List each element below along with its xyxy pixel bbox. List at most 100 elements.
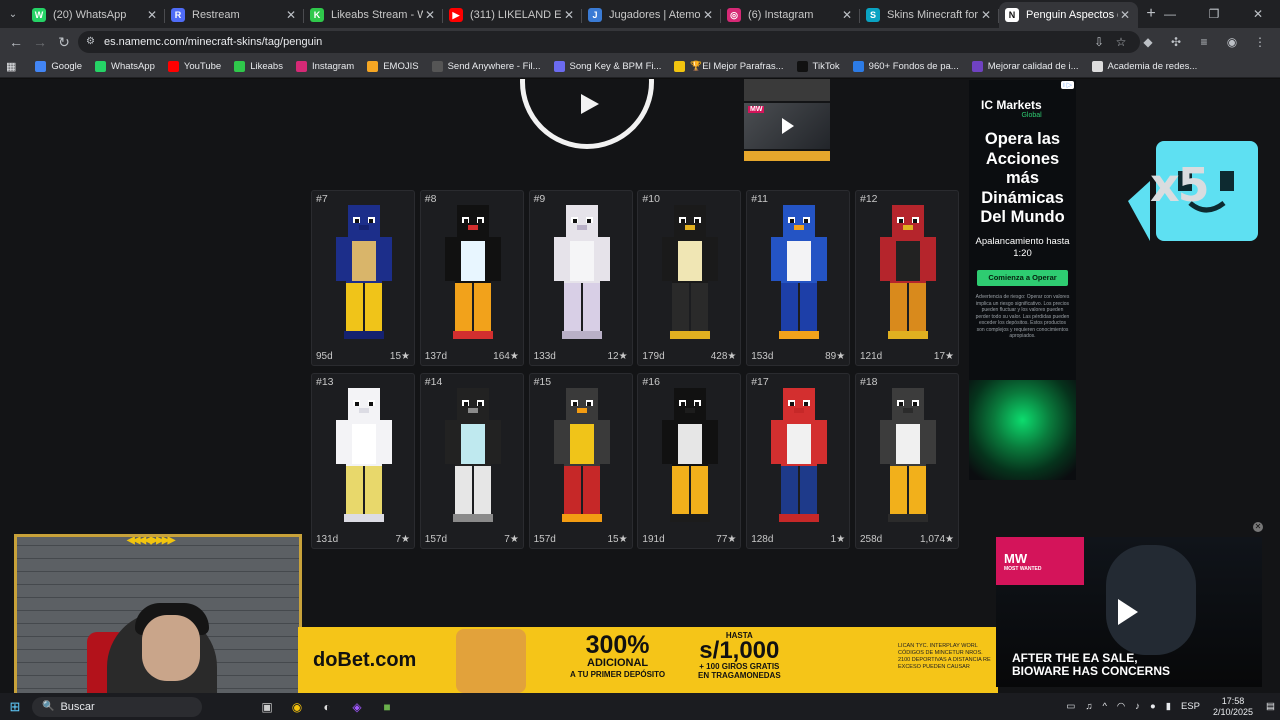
skin-card[interactable]: #9 133d 12★ (528, 190, 633, 366)
extension-icon[interactable]: ◆ (1134, 35, 1162, 49)
address-bar[interactable]: ⚙ es.namemc.com/minecraft-skins/tag/peng… (78, 31, 1140, 53)
taskbar-clock[interactable]: 17:58 2/10/2025 (1213, 696, 1253, 718)
menu-kebab-icon[interactable]: ⋮ (1246, 35, 1274, 49)
bookmark-item[interactable]: Mejorar calidad de i... (971, 61, 1079, 72)
apps-grid-icon[interactable]: ▦ (6, 60, 16, 73)
tray-headset-icon[interactable]: ♫ (1085, 701, 1092, 712)
minecraft-icon[interactable]: ■ (372, 696, 402, 718)
bookmark-item[interactable]: TikTok (796, 61, 840, 72)
tray-volume-icon[interactable]: ♪ (1135, 701, 1140, 712)
skin-card[interactable]: #7 95d 15★ (311, 190, 415, 366)
webcam-frame-chevrons-icon: ◀◀◀◀ ▶▶▶▶ (127, 535, 175, 546)
clock-time: 17:58 (1221, 695, 1245, 706)
bookmarks-bar: ▦ Google WhatsApp YouTube Likeabs Instagram E… (0, 56, 1280, 78)
tab-search-chevron-icon[interactable]: ⌄ (0, 0, 26, 28)
close-tab-icon[interactable]: ✕ (284, 8, 298, 22)
skin-age: 157d (424, 534, 448, 545)
reload-icon[interactable]: ↻ (52, 34, 76, 51)
tab-3[interactable]: K Likeabs Stream - Watch L✕ (304, 2, 443, 28)
profile-avatar-icon[interactable]: ◉ (1218, 35, 1246, 49)
taskbar-search[interactable]: 🔍 Buscar (32, 696, 202, 717)
forward-arrow-icon[interactable]: → (28, 34, 52, 50)
bookmark-item[interactable]: Academia de redes... (1091, 61, 1197, 72)
tab-title: Penguin Aspectos de Min (1026, 9, 1118, 21)
obs-icon[interactable]: ◐ (312, 696, 342, 718)
skin-card[interactable]: #8 137d 164★ (419, 190, 524, 366)
casino-ad-banner[interactable]: doBet.com 300% ADICIONAL A TU PRIMER DEP… (298, 627, 998, 693)
bookmark-item[interactable]: WhatsApp (95, 61, 155, 72)
playlist-thumbnail[interactable] (744, 151, 830, 161)
language-indicator[interactable]: ESP (1181, 701, 1200, 712)
skin-card[interactable]: #17 128d 1★ (746, 373, 851, 549)
skin-3d-render (771, 388, 828, 522)
close-tab-icon[interactable]: ✕ (701, 8, 715, 22)
notifications-icon[interactable]: ▤ (1266, 701, 1275, 712)
skin-rank: #17 (751, 376, 769, 388)
messenger-icon[interactable]: ◈ (342, 696, 372, 718)
task-view-icon[interactable]: ▣ (252, 696, 282, 718)
bookmark-item[interactable]: Google (35, 61, 82, 72)
tray-mic-icon[interactable]: ● (1150, 701, 1156, 712)
playlist-thumbnail[interactable] (744, 79, 830, 101)
bookmark-item[interactable]: Send Anywhere - Fil... (431, 61, 541, 72)
windows-start-icon[interactable]: ⊞ (0, 699, 30, 715)
close-tab-icon[interactable]: ✕ (1118, 8, 1132, 22)
close-tab-icon[interactable]: ✕ (562, 8, 576, 22)
close-tab-icon[interactable]: ✕ (840, 8, 854, 22)
tray-monitor-icon[interactable]: ▭ (1066, 701, 1075, 712)
tab-8[interactable]: N Penguin Aspectos de Min✕ (999, 2, 1138, 28)
tab-2[interactable]: R Restream ✕ (165, 2, 304, 28)
bookmark-item[interactable]: YouTube (167, 61, 221, 72)
close-tab-icon[interactable]: ✕ (145, 8, 159, 22)
tray-battery-icon[interactable]: ▮ (1166, 701, 1171, 712)
close-tab-icon[interactable]: ✕ (423, 8, 437, 22)
tray-wifi-icon[interactable]: ◠ (1117, 701, 1125, 712)
restore-icon[interactable]: ❐ (1192, 0, 1236, 28)
skin-card[interactable]: #18 258d 1,074★ (854, 373, 959, 549)
bookmark-favicon-icon (674, 61, 686, 72)
video-ad-play-icon[interactable] (1118, 599, 1138, 625)
close-video-ad-icon[interactable]: ✕ (1253, 522, 1263, 532)
playlist-thumbnail[interactable]: MW (744, 103, 830, 149)
tab-4[interactable]: ▶ (311) LIKELAND Ep. 2 "UI✕ (443, 2, 582, 28)
bookmark-item[interactable]: EMOJIS (367, 61, 419, 72)
adchoices-icon[interactable]: i ▷ (1061, 81, 1074, 89)
bookmark-item[interactable]: 960+ Fondos de pa... (852, 61, 959, 72)
install-app-icon[interactable]: ⇩ (1088, 35, 1110, 49)
skin-card[interactable]: #12 121d 17★ (854, 190, 959, 366)
tab-7[interactable]: S Skins Minecraft for boys✕ (860, 2, 999, 28)
back-arrow-icon[interactable]: ← (4, 34, 28, 50)
video-ad-player[interactable]: MW MOST WANTED AFTER THE EA SALE, BIOWARE… (996, 537, 1262, 687)
bookmark-item[interactable]: 🏆El Mejor Parafras... (674, 61, 784, 72)
media-control-icon[interactable]: ≡ (1190, 35, 1218, 49)
chrome-icon[interactable]: ◉ (282, 696, 312, 718)
bookmark-item[interactable]: Song Key & BPM Fi... (553, 61, 661, 72)
bookmark-label: EMOJIS (383, 61, 419, 72)
skin-card[interactable]: #13 131d 7★ (311, 373, 415, 549)
skin-card[interactable]: #10 179d 428★ (637, 190, 742, 366)
video-play-button[interactable] (520, 79, 654, 149)
skin-card[interactable]: #11 153d 89★ (746, 190, 851, 366)
address-url[interactable]: es.namemc.com/minecraft-skins/tag/pengui… (104, 36, 1088, 48)
tab-6[interactable]: ◎ (6) Instagram ✕ (721, 2, 860, 28)
site-info-icon[interactable]: ⚙ (86, 36, 98, 48)
close-window-icon[interactable]: ✕ (1236, 0, 1280, 28)
tab-1[interactable]: W (20) WhatsApp ✕ (26, 2, 165, 28)
windows-taskbar: ⊞ 🔍 Buscar ▣ ◉ ◐ ◈ ■ ▭ ♫ ^ ◠ ♪ ● ▮ ESP 17… (0, 693, 1280, 720)
ad-cta-button[interactable]: Comienza a Operar (977, 270, 1068, 286)
tray-expand-icon[interactable]: ^ (1102, 701, 1106, 712)
close-tab-icon[interactable]: ✕ (979, 8, 993, 22)
ad-banner-vertical[interactable]: i ▷ IC Markets Global Opera las Acciones … (969, 80, 1076, 480)
bookmark-item[interactable]: Likeabs (234, 61, 283, 72)
bookmark-item[interactable]: Instagram (295, 61, 354, 72)
bookmark-label: TikTok (812, 61, 840, 72)
bookmark-label: WhatsApp (111, 61, 155, 72)
skin-card[interactable]: #14 157d 7★ (419, 373, 524, 549)
tab-5[interactable]: J Jugadores | Atemos | Serv✕ (582, 2, 721, 28)
minimize-icon[interactable]: — (1148, 0, 1192, 28)
skin-card[interactable]: #15 157d 15★ (528, 373, 633, 549)
extensions-puzzle-icon[interactable]: ✣ (1162, 35, 1190, 49)
bookmark-star-icon[interactable]: ☆ (1110, 35, 1132, 49)
tab-title: (311) LIKELAND Ep. 2 "UI (470, 9, 562, 21)
skin-card[interactable]: #16 191d 77★ (637, 373, 742, 549)
